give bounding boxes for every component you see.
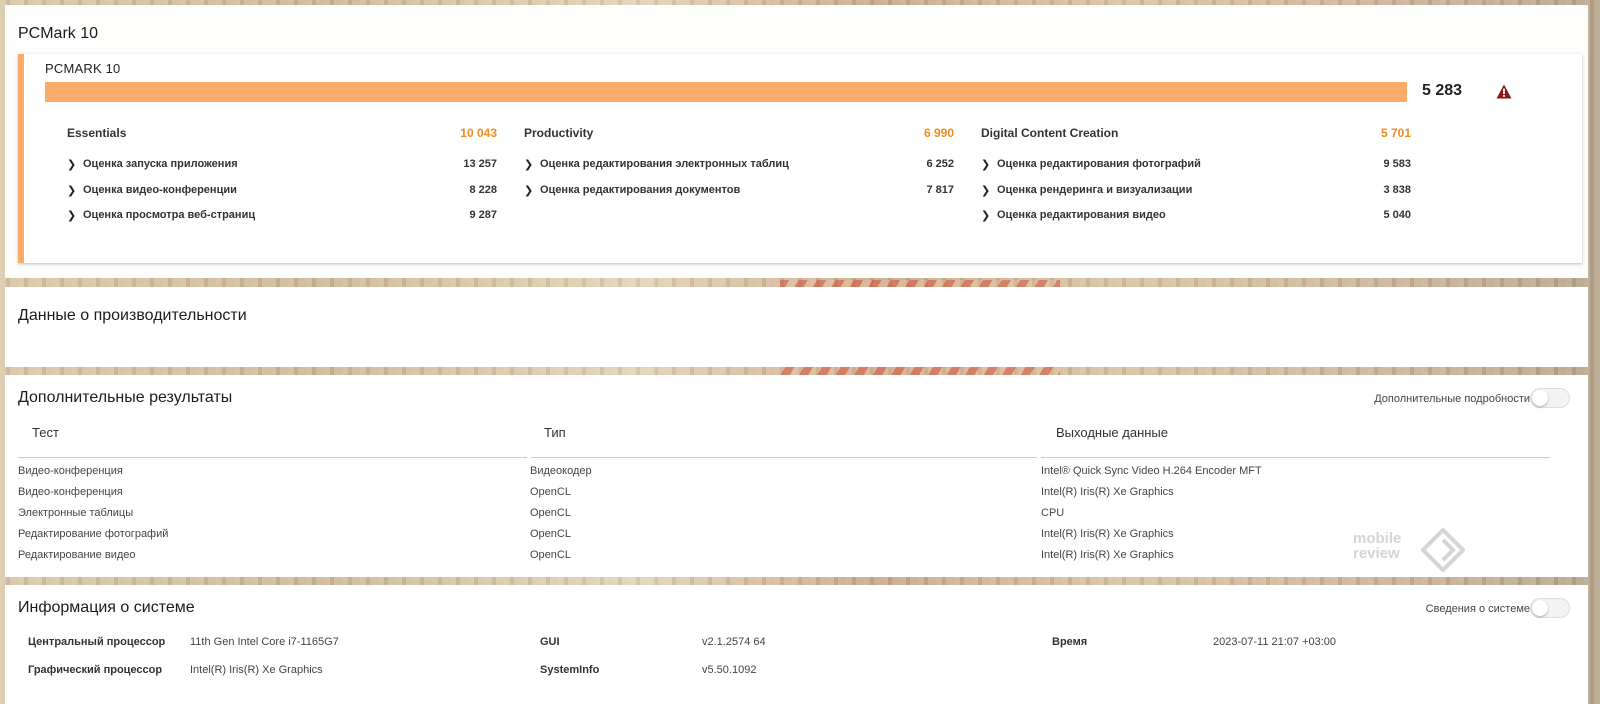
subtest-label: Оценка рендеринга и визуализации xyxy=(997,183,1193,196)
subtest-row[interactable]: ❯ Оценка запуска приложения 13 257 xyxy=(67,152,497,178)
sysinfo-value: v5.50.1092 xyxy=(702,664,757,676)
sysinfo-label: SystemInfo xyxy=(540,664,600,676)
diamond-logo-icon xyxy=(1421,528,1465,572)
cpu-value: 11th Gen Intel Core i7-1165G7 xyxy=(190,636,339,648)
performance-panel: Данные о производительности xyxy=(5,287,1588,367)
pcmark-score-card: PCMARK 10 5 283 Essentials 10 043 ❯ Оцен… xyxy=(18,54,1582,263)
subtest-value: 13 257 xyxy=(463,158,497,170)
table-cell: Intel(R) Iris(R) Xe Graphics xyxy=(1041,549,1174,561)
gpu-label: Графический процессор xyxy=(28,664,163,676)
table-cell: Intel® Quick Sync Video H.264 Encoder MF… xyxy=(1041,465,1262,477)
watermark-line: review xyxy=(1353,545,1400,562)
table-cell: Электронные таблицы xyxy=(18,507,134,519)
subtest-row[interactable]: ❯ Оценка редактирования видео 5 040 xyxy=(981,203,1411,229)
subtest-value: 3 838 xyxy=(1383,183,1411,196)
table-cell: CPU xyxy=(1041,507,1065,519)
subtest-value: 6 252 xyxy=(926,158,954,170)
toggle-knob xyxy=(1532,390,1548,406)
watermark-logo: mobile review xyxy=(1353,528,1473,572)
group-score: 5 701 xyxy=(1380,126,1411,140)
gui-value: v2.1.2574 64 xyxy=(702,636,766,648)
system-details-toggle[interactable] xyxy=(1530,598,1570,618)
column-header-type: Тип xyxy=(544,425,566,440)
subtest-value: 5 040 xyxy=(1383,209,1411,221)
table-cell: OpenCL xyxy=(530,549,571,561)
score-bar xyxy=(45,82,1407,102)
chevron-right-icon[interactable]: ❯ xyxy=(981,184,990,197)
subtest-value: 9 583 xyxy=(1383,158,1411,170)
section-title-system: Информация о системе xyxy=(18,599,195,616)
subtest-row[interactable]: ❯ Оценка редактирования фотографий 9 583 xyxy=(981,152,1411,178)
chevron-right-icon[interactable]: ❯ xyxy=(524,158,533,171)
section-title-additional: Дополнительные результаты xyxy=(18,389,233,406)
group-score: 6 990 xyxy=(923,126,954,140)
table-cell: Редактирование фотографий xyxy=(18,528,169,540)
section-title-pcmark: PCMark 10 xyxy=(18,25,99,42)
column-divider xyxy=(18,457,527,458)
subtest-row[interactable]: ❯ Оценка редактирования электронных табл… xyxy=(524,152,954,178)
toggle-knob xyxy=(1532,600,1548,616)
subtest-row[interactable]: ❯ Оценка рендеринга и визуализации 3 838 xyxy=(981,178,1411,204)
table-cell: Видео-конференция xyxy=(18,465,123,477)
subtest-value: 7 817 xyxy=(926,183,954,196)
subtest-label: Оценка редактирования видео xyxy=(997,209,1166,221)
toggle-label: Сведения о системе xyxy=(1425,603,1530,615)
table-cell: OpenCL xyxy=(530,528,571,540)
time-label: Время xyxy=(1052,636,1088,648)
group-digital-content-creation: Digital Content Creation 5 701 ❯ Оценка … xyxy=(981,124,1411,229)
chevron-right-icon[interactable]: ❯ xyxy=(981,209,990,222)
column-header-test: Тест xyxy=(32,425,59,440)
subtest-value: 9 287 xyxy=(469,209,497,221)
subtest-label: Оценка редактирования электронных таблиц xyxy=(540,158,789,170)
overall-score: 5 283 xyxy=(1422,82,1463,99)
chevron-right-icon[interactable]: ❯ xyxy=(67,158,76,171)
subtest-label: Оценка запуска приложения xyxy=(83,158,238,170)
watermark-text: mobile review xyxy=(1353,531,1401,561)
table-cell: Intel(R) Iris(R) Xe Graphics xyxy=(1041,528,1174,540)
group-name: Essentials xyxy=(67,126,127,140)
gui-label: GUI xyxy=(540,636,560,648)
gpu-value: Intel(R) Iris(R) Xe Graphics xyxy=(190,664,323,676)
group-score: 10 043 xyxy=(460,126,497,140)
pcmark-panel: PCMark 10 PCMARK 10 5 283 Essentials 10 … xyxy=(5,5,1588,278)
card-title: PCMARK 10 xyxy=(45,61,121,76)
details-toggle[interactable] xyxy=(1530,388,1570,408)
subtest-label: Оценка видео-конференции xyxy=(83,183,237,196)
chevron-right-icon[interactable]: ❯ xyxy=(524,184,533,197)
subtest-row[interactable]: ❯ Оценка редактирования документов 7 817 xyxy=(524,178,954,204)
group-productivity: Productivity 6 990 ❯ Оценка редактирован… xyxy=(524,124,954,203)
column-divider xyxy=(1041,457,1550,458)
table-cell: Intel(R) Iris(R) Xe Graphics xyxy=(1041,486,1174,498)
subtest-value: 8 228 xyxy=(469,183,497,196)
subtest-label: Оценка редактирования документов xyxy=(540,183,741,196)
cpu-label: Центральный процессор xyxy=(28,636,166,648)
group-essentials: Essentials 10 043 ❯ Оценка запуска прило… xyxy=(67,124,497,229)
table-cell: OpenCL xyxy=(530,507,571,519)
group-name: Digital Content Creation xyxy=(981,126,1119,140)
subtest-row[interactable]: ❯ Оценка просмотра веб-страниц 9 287 xyxy=(67,203,497,229)
subtest-label: Оценка просмотра веб-страниц xyxy=(83,209,256,221)
table-cell: OpenCL xyxy=(530,486,571,498)
chevron-right-icon[interactable]: ❯ xyxy=(981,158,990,171)
table-cell: Редактирование видео xyxy=(18,549,136,561)
table-cell: Видеокодер xyxy=(530,465,592,477)
table-cell: Видео-конференция xyxy=(18,486,123,498)
subtest-row[interactable]: ❯ Оценка видео-конференции 8 228 xyxy=(67,178,497,204)
section-title-performance: Данные о производительности xyxy=(18,307,247,324)
chevron-right-icon[interactable]: ❯ xyxy=(67,209,76,222)
column-divider xyxy=(531,457,1037,458)
additional-results-panel: Дополнительные результаты Дополнительные… xyxy=(5,375,1588,577)
toggle-label: Дополнительные подробности xyxy=(1374,393,1530,405)
group-name: Productivity xyxy=(524,126,594,140)
warning-triangle-icon[interactable] xyxy=(1496,84,1512,99)
subtest-label: Оценка редактирования фотографий xyxy=(997,158,1201,170)
chevron-right-icon[interactable]: ❯ xyxy=(67,184,76,197)
time-value: 2023-07-11 21:07 +03:00 xyxy=(1213,636,1337,648)
column-header-output: Выходные данные xyxy=(1056,425,1169,440)
system-info-panel: Информация о системе Сведения о системе … xyxy=(5,585,1588,704)
